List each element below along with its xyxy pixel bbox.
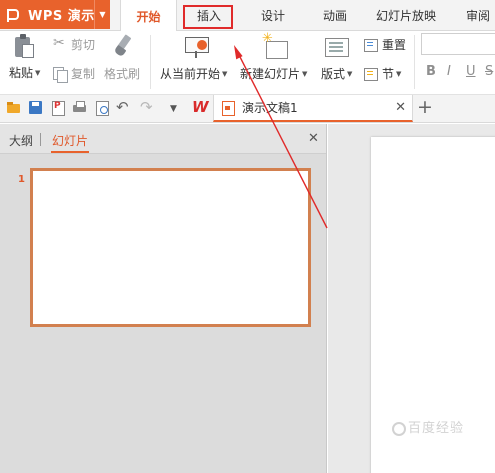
chevron-down-icon: ▼ <box>347 69 353 78</box>
new-slide-icon <box>262 31 288 59</box>
format-painter-button[interactable]: 格式刷 <box>104 65 140 82</box>
brush-icon <box>112 34 136 58</box>
slide-number: 1 <box>18 174 25 185</box>
print-icon[interactable] <box>73 101 87 115</box>
wps-logo-icon <box>6 8 20 22</box>
cut-label: 剪切 <box>71 38 96 52</box>
paste-label: 粘贴 <box>9 66 34 80</box>
open-folder-icon[interactable] <box>7 101 21 115</box>
from-current-icon-wrap[interactable] <box>184 35 210 59</box>
ribbon-toolbar: 粘贴▼ 剪切 复制 格式刷 从当前开始▼ 新建幻灯片▼ 版式▼ 重置 节▼ <box>0 31 495 95</box>
watermark-text: 百度经验 <box>408 421 465 436</box>
app-menu-button[interactable]: WPS 演示 ▼ <box>0 0 110 29</box>
tab-design[interactable]: 设计 <box>248 0 298 31</box>
new-slide-button[interactable]: 新建幻灯片 ▼ <box>240 65 307 82</box>
ribbon-separator <box>150 35 151 89</box>
reset-button[interactable]: 重置 <box>364 36 406 53</box>
layout-icon-wrap[interactable] <box>323 35 349 59</box>
section-icon <box>364 67 378 81</box>
reset-icon <box>364 38 378 52</box>
new-slide-icon-wrap[interactable] <box>262 31 288 59</box>
new-tab-icon[interactable]: + <box>417 96 433 118</box>
tab-review[interactable]: 审阅 <box>456 0 495 31</box>
tab-home[interactable]: 开始 <box>120 0 177 32</box>
cut-button[interactable]: 剪切 <box>53 35 96 53</box>
section-label: 节 <box>382 67 395 81</box>
format-painter-icon-wrap[interactable] <box>112 34 136 58</box>
from-current-button[interactable]: 从当前开始 ▼ <box>160 65 227 82</box>
italic-button[interactable]: I <box>447 64 451 79</box>
document-tab[interactable]: 演示文稿1 ✕ <box>213 95 413 122</box>
paste-button[interactable]: 粘贴 ▼ <box>9 64 40 81</box>
app-title: WPS 演示 <box>28 9 95 24</box>
copy-button[interactable]: 复制 <box>53 65 96 83</box>
layout-label: 版式 <box>321 67 346 81</box>
presentation-file-icon <box>222 100 235 116</box>
export-pdf-icon[interactable] <box>51 101 65 116</box>
watermark: 百度经验 <box>392 417 492 436</box>
chevron-down-icon: ▼ <box>396 69 402 78</box>
layout-icon <box>323 35 349 59</box>
quick-access-bar: ↶ ↷ ▼ W 演示文稿1 ✕ + <box>0 95 495 123</box>
paste-button-icon-wrap[interactable] <box>12 34 36 60</box>
clipboard-icon <box>12 34 36 60</box>
projector-icon <box>184 35 210 59</box>
close-icon[interactable]: ✕ <box>308 131 319 146</box>
tab-outline[interactable]: 大纲 <box>9 132 33 149</box>
close-icon[interactable]: ✕ <box>395 100 406 115</box>
title-tab-bar: WPS 演示 ▼ 开始 插入 设计 动画 幻灯片放映 审阅 <box>0 0 495 32</box>
tab-slides[interactable]: 幻灯片 <box>52 132 88 149</box>
from-current-label: 从当前开始 <box>160 67 221 81</box>
wps-doc-logo-icon: W <box>192 98 209 116</box>
ribbon-separator <box>414 35 415 89</box>
insert-tab-highlight-box <box>183 5 233 29</box>
new-slide-label: 新建幻灯片 <box>240 67 301 81</box>
slide-thumbnail[interactable] <box>30 168 311 327</box>
document-tab-label: 演示文稿1 <box>242 101 298 115</box>
copy-label: 复制 <box>71 67 96 81</box>
slides-panel: 大纲 幻灯片 ✕ 1 <box>0 124 327 473</box>
active-tab-underline <box>51 151 89 153</box>
watermark-logo-icon <box>392 421 406 436</box>
underline-button[interactable]: U <box>466 64 476 79</box>
print-preview-icon[interactable] <box>95 101 109 116</box>
font-name-field[interactable] <box>421 33 495 55</box>
layout-button[interactable]: 版式 ▼ <box>321 65 352 82</box>
scissors-icon <box>53 35 67 52</box>
bold-button[interactable]: B <box>426 64 436 79</box>
section-button[interactable]: 节 ▼ <box>364 65 401 82</box>
tab-animation[interactable]: 动画 <box>310 0 360 31</box>
chevron-down-icon: ▼ <box>302 69 308 78</box>
reset-label: 重置 <box>382 38 407 52</box>
save-icon[interactable] <box>29 101 43 115</box>
app-menu-caret-icon[interactable]: ▼ <box>94 0 110 29</box>
chevron-down-icon: ▼ <box>35 68 41 77</box>
panel-tabs: 大纲 幻灯片 ✕ <box>0 124 326 154</box>
undo-icon[interactable]: ↶ <box>116 98 129 116</box>
strikethrough-button[interactable]: S <box>485 64 493 79</box>
customize-quick-access-icon[interactable]: ▼ <box>170 104 177 114</box>
chevron-down-icon: ▼ <box>222 69 228 78</box>
redo-icon[interactable]: ↷ <box>140 98 153 116</box>
panel-tab-divider <box>40 133 41 146</box>
tab-slideshow[interactable]: 幻灯片放映 <box>370 0 442 31</box>
copy-icon <box>53 66 68 83</box>
format-painter-label: 格式刷 <box>104 67 141 81</box>
